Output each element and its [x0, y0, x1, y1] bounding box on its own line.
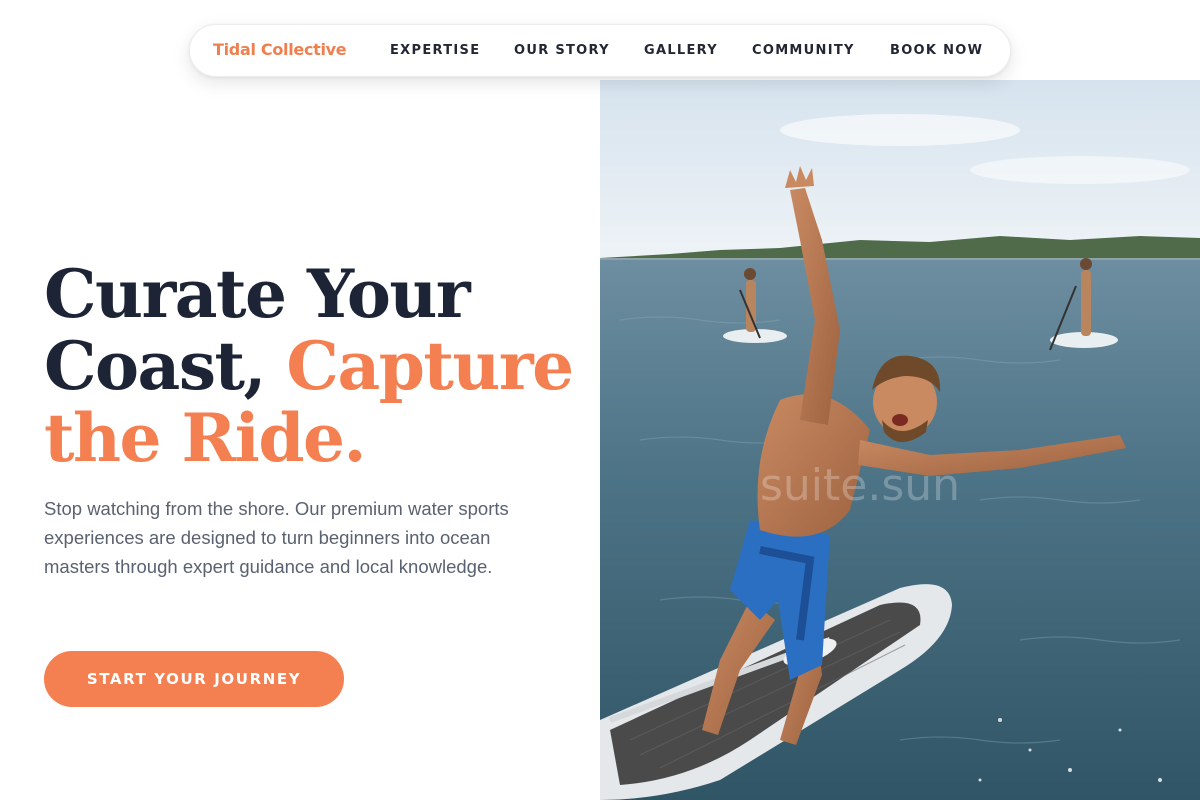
hero-headline: Curate Your Coast, Capture the Ride. [44, 258, 584, 474]
hero-photo: suite.sun [600, 80, 1200, 800]
nav-link-gallery[interactable]: GALLERY [644, 43, 718, 58]
nav-link-expertise[interactable]: EXPERTISE [390, 43, 480, 58]
nav-link-our-story[interactable]: OUR STORY [514, 43, 610, 58]
photo-watermark: suite.sun [760, 460, 960, 511]
top-navigation: Tidal Collective EXPERTISE OUR STORY GAL… [189, 24, 1011, 77]
brand-logo-link[interactable]: Tidal Collective [213, 40, 347, 59]
nav-link-book-now[interactable]: BOOK NOW [890, 43, 983, 58]
hero-description: Stop watching from the shore. Our premiu… [44, 498, 509, 577]
nav-link-community[interactable]: COMMUNITY [752, 43, 855, 58]
start-journey-button[interactable]: START YOUR JOURNEY [44, 651, 344, 707]
